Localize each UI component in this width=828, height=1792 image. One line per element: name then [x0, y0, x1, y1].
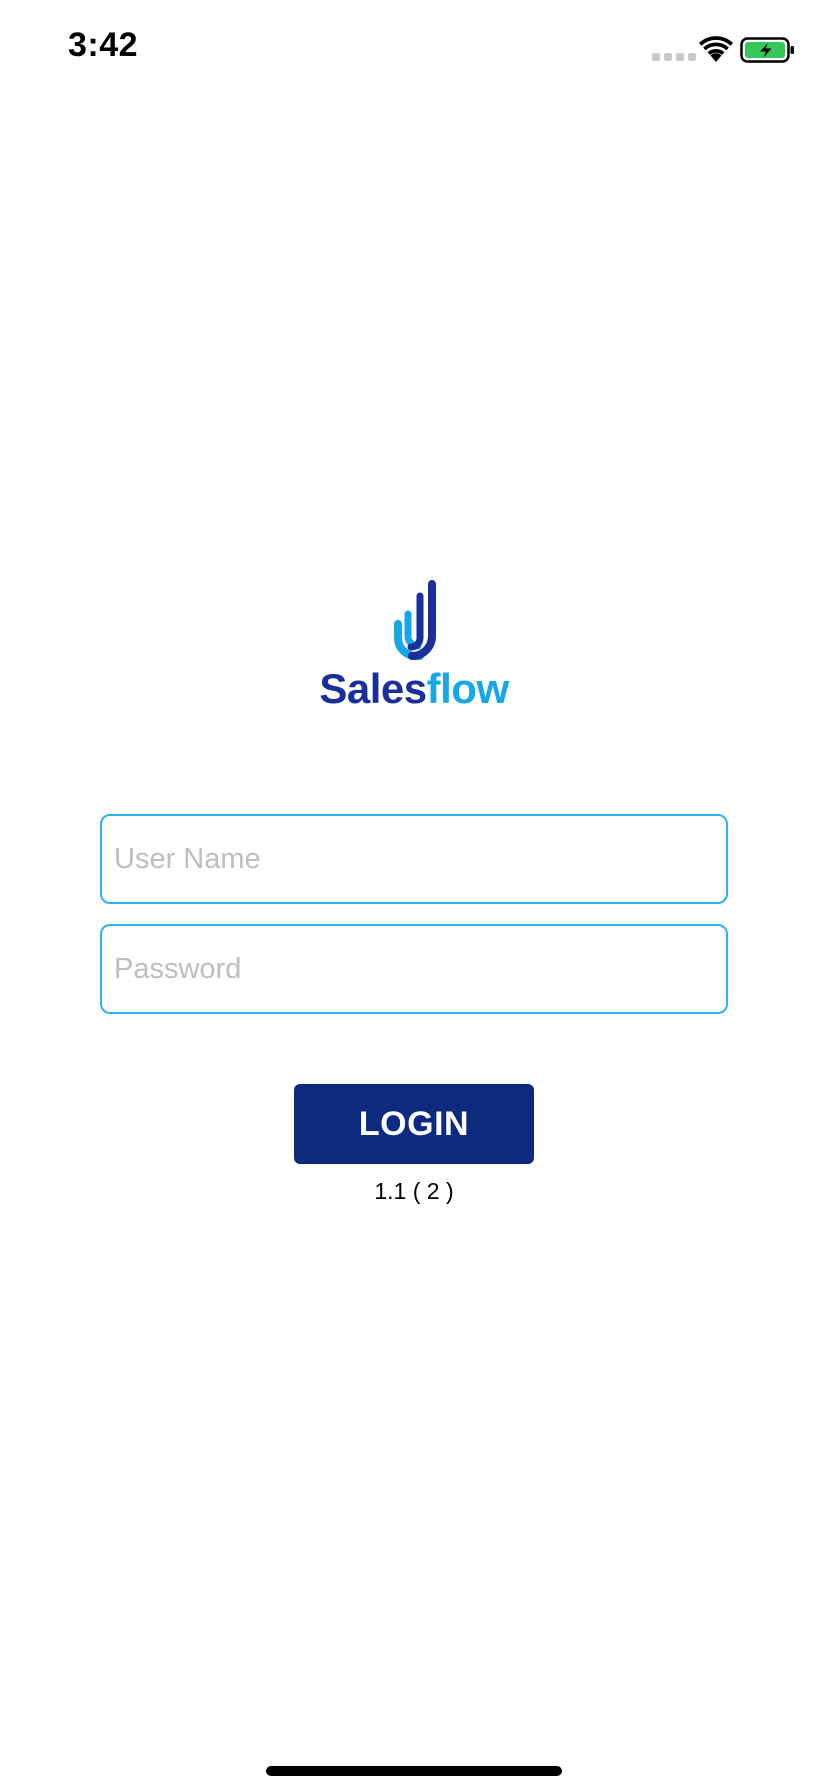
- salesflow-logo: Salesflow: [300, 580, 528, 720]
- status-time: 3:42: [68, 26, 139, 64]
- status-bar: 3:42: [0, 0, 828, 100]
- login-button[interactable]: LOGIN: [294, 1084, 534, 1164]
- wordmark-part-flow: flow: [426, 665, 509, 712]
- wifi-icon: [699, 36, 733, 62]
- battery-charging-icon: [740, 37, 794, 63]
- cellular-signal-icon: [652, 53, 696, 61]
- salesflow-logo-icon: [394, 580, 436, 660]
- app-version-label: 1.1 ( 2 ): [374, 1178, 454, 1204]
- password-input[interactable]: [100, 924, 728, 1014]
- app-wordmark: Salesflow: [300, 668, 528, 710]
- home-indicator[interactable]: [266, 1766, 562, 1776]
- wordmark-part-sales: Sales: [319, 665, 427, 712]
- username-input[interactable]: [100, 814, 728, 904]
